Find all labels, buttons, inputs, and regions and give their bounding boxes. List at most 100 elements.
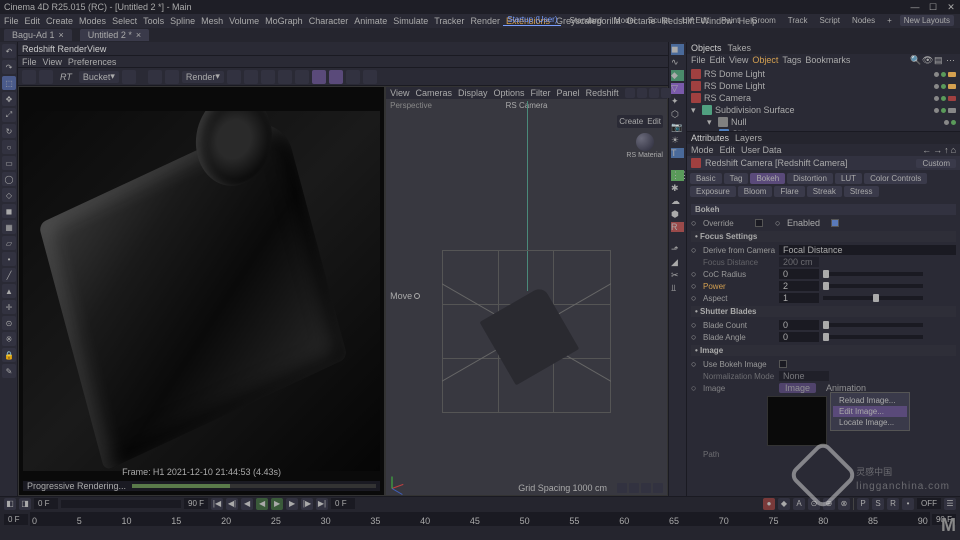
menu-modes[interactable]: Modes [79,16,106,26]
tl-prevframe-icon[interactable]: ◀ [241,498,253,510]
model-mode-icon[interactable]: ◼ [2,204,16,218]
attr-fwd-icon[interactable]: → [933,145,942,155]
poly-mode-icon[interactable]: ▲ [2,284,16,298]
tl-r-icon[interactable]: R [887,498,899,510]
vp-view[interactable]: View [390,88,409,98]
material-slot[interactable]: RS Material [626,133,663,159]
layout-standard[interactable]: Standard [565,15,605,26]
mograph-icon[interactable]: ⋮⋮ [671,170,684,181]
shelf-aov-icon[interactable] [227,70,241,84]
extrude-icon[interactable]: ⬏ [671,244,684,255]
point-mode-icon[interactable]: • [2,252,16,266]
scale-tool-icon[interactable]: ⤢ [2,108,16,122]
brush-icon[interactable]: ✎ [2,364,16,378]
obj-filter-icon[interactable]: ▤ [934,55,944,65]
layout-plus[interactable]: + [883,15,896,26]
aspect-slider[interactable] [823,296,923,300]
tl-opt-field[interactable]: OFF [917,498,941,509]
ctx-edit[interactable]: Edit Image... [833,406,907,417]
shelf-render-select[interactable]: Render ▾ [182,71,224,83]
lasso-select-icon[interactable]: ◯ [2,172,16,186]
render-viewport[interactable]: Frame: H1 2021-12-10 21:44:53 (4.43s) Pr… [18,86,385,496]
vp-nav1-icon[interactable] [625,88,635,98]
lock-icon[interactable]: 🔒 [2,348,16,362]
generator-icon[interactable]: ◆ [671,70,684,81]
tl-current-field[interactable]: 0 F [331,498,355,509]
menu-create[interactable]: Create [46,16,73,26]
bladeangle-field[interactable]: 0 [779,332,819,342]
quantize-icon[interactable]: ※ [2,332,16,346]
tab-layers[interactable]: Layers [735,133,762,143]
menu-edit[interactable]: Edit [25,16,41,26]
deformer-icon[interactable]: ▽ [671,83,684,94]
spline-prim-icon[interactable]: ∿ [671,57,684,68]
effector-icon[interactable]: ✱ [671,183,684,194]
mode-distortion[interactable]: Distortion [787,173,833,184]
vp-display[interactable]: Display [458,88,488,98]
vp-redshift[interactable]: Redshift [586,88,619,98]
shelf-f-icon[interactable] [363,70,377,84]
menu-mesh[interactable]: Mesh [201,16,223,26]
new-layouts-button[interactable]: New Layouts [900,15,954,26]
menu-spline[interactable]: Spline [170,16,195,26]
vp-nav4-icon[interactable] [661,88,671,98]
tl-goend-icon[interactable]: ▶| [316,498,328,510]
ctx-locate[interactable]: Locate Image... [833,417,907,428]
tl-opt1-icon[interactable]: ⊙ [808,498,820,510]
axis-mode-icon[interactable]: ✛ [2,300,16,314]
rect-select-icon[interactable]: ▭ [2,156,16,170]
image-head[interactable]: • Image [691,345,956,356]
mode-exposure[interactable]: Exposure [690,186,736,197]
bladecount-slider[interactable] [823,323,923,327]
derive-dropdown[interactable]: Focal Distance [779,245,956,255]
tree-item-domelight1[interactable]: RS Dome Light [691,68,956,80]
attr-custom-dropdown[interactable]: Custom [916,159,956,168]
camera-icon[interactable]: 📷 [671,122,684,133]
menu-animate[interactable]: Animate [354,16,387,26]
menu-render[interactable]: Render [470,16,500,26]
rs-icon[interactable]: R [671,222,684,232]
obj-more-icon[interactable]: ⋯ [946,55,956,65]
shelf-expose-icon[interactable] [261,70,275,84]
menu-simulate[interactable]: Simulate [393,16,428,26]
mode-lut[interactable]: LUT [835,173,862,184]
attr-home-icon[interactable]: ⌂ [951,145,956,155]
shelf-snapshot-icon[interactable] [165,70,179,84]
shelf-view-icon[interactable] [39,70,53,84]
layout-track[interactable]: Track [784,15,812,26]
shelf-rt[interactable]: RT [56,72,76,82]
shelf-lock-icon[interactable] [22,70,36,84]
vp-cameras[interactable]: Cameras [415,88,452,98]
mode-bokeh[interactable]: Bokeh [750,173,785,184]
mode-basic[interactable]: Basic [690,173,722,184]
tab-doc2[interactable]: Untitled 2 * × [80,29,149,41]
workplane-icon[interactable]: ▱ [2,236,16,250]
obj-file[interactable]: File [691,55,706,65]
perspective-viewport[interactable]: View Cameras Display Options Filter Pane… [385,86,668,496]
attr-userdata[interactable]: User Data [741,145,782,155]
image-preview-slot[interactable] [767,396,827,446]
shutter-head[interactable]: • Shutter Blades [691,306,956,317]
mode-tag[interactable]: Tag [724,173,749,184]
snap-icon[interactable]: ⊙ [2,316,16,330]
tag-icon[interactable]: ⬢ [671,209,684,220]
tab-attributes[interactable]: Attributes [691,133,729,143]
useimg-checkbox[interactable] [779,360,787,368]
live-select-icon[interactable]: ○ [2,140,16,154]
layout-groom[interactable]: Groom [747,15,779,26]
shelf-c-icon[interactable] [312,70,326,84]
tab-objects[interactable]: Objects [691,43,722,53]
tl-nextkey-icon[interactable]: |▶ [301,498,313,510]
obj-search-icon[interactable]: 🔍 [910,55,920,65]
tl-p-icon[interactable]: P [857,498,869,510]
tl-key-icon[interactable]: ◆ [778,498,790,510]
material-thumb-icon[interactable] [636,133,654,151]
rv-prefs[interactable]: Preferences [68,57,117,67]
image-subtab[interactable]: Image [779,383,816,393]
obj-view[interactable]: View [729,55,748,65]
menu-select[interactable]: Select [112,16,137,26]
mode-streak[interactable]: Streak [807,186,842,197]
shelf-e-icon[interactable] [346,70,360,84]
menu-character[interactable]: Character [309,16,349,26]
attr-edit[interactable]: Edit [720,145,736,155]
